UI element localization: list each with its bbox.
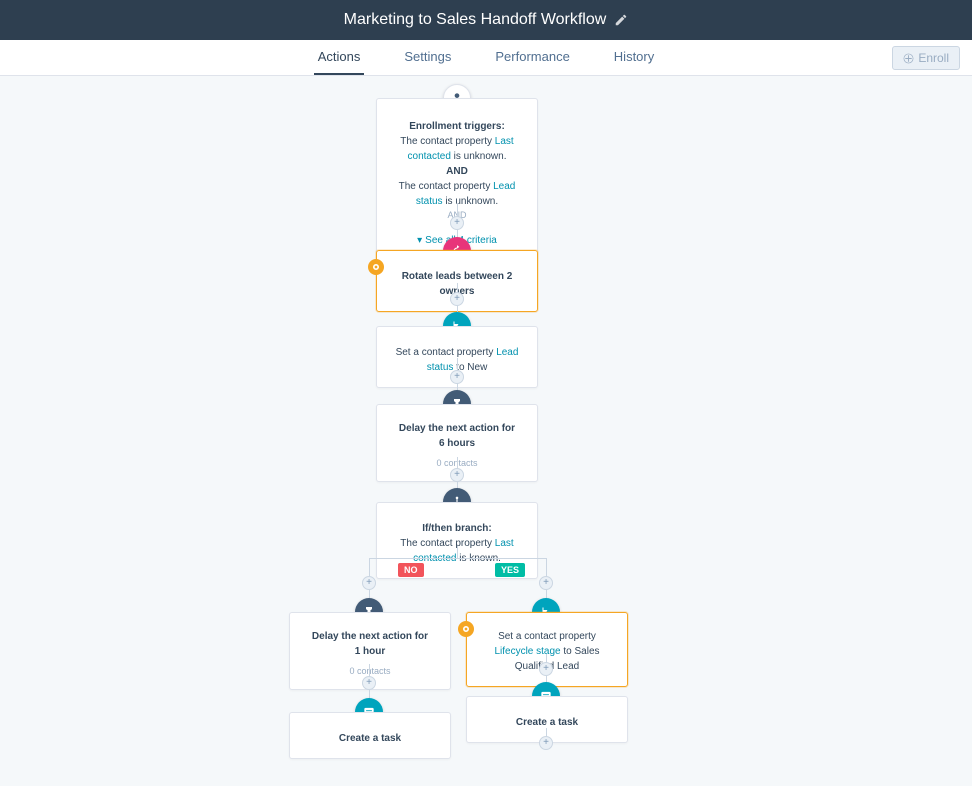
- enroll-label: Enroll: [918, 51, 949, 65]
- add-action-button[interactable]: +: [539, 662, 553, 676]
- chevron-down-icon: ▾: [417, 233, 422, 248]
- branch-yes-badge: YES: [495, 563, 525, 577]
- add-action-button[interactable]: +: [362, 676, 376, 690]
- warning-icon: [368, 259, 384, 275]
- connector: [457, 546, 458, 558]
- edit-title-icon[interactable]: [614, 13, 628, 27]
- tab-settings[interactable]: Settings: [400, 40, 455, 75]
- add-action-button[interactable]: +: [539, 576, 553, 590]
- enroll-title: Enrollment triggers:: [389, 119, 525, 134]
- add-action-button[interactable]: +: [362, 576, 376, 590]
- enroll-icon: [903, 53, 914, 64]
- add-action-button[interactable]: +: [450, 370, 464, 384]
- add-action-button[interactable]: +: [450, 216, 464, 230]
- page-title: Marketing to Sales Handoff Workflow: [344, 11, 607, 29]
- tab-actions[interactable]: Actions: [314, 40, 365, 75]
- add-action-button[interactable]: +: [450, 292, 464, 306]
- workflow-canvas[interactable]: Enrollment triggers: The contact propert…: [0, 76, 972, 786]
- add-action-button[interactable]: +: [450, 468, 464, 482]
- link-lifecycle-stage[interactable]: Lifecycle stage: [494, 646, 560, 657]
- warning-icon: [458, 621, 474, 637]
- create-task-left-card[interactable]: Create a task: [289, 712, 451, 759]
- connector: [369, 558, 547, 559]
- tabbar: Actions Settings Performance History Enr…: [0, 40, 972, 76]
- add-action-button[interactable]: +: [539, 736, 553, 750]
- branch-no-badge: NO: [398, 563, 424, 577]
- tab-performance[interactable]: Performance: [491, 40, 573, 75]
- enroll-button[interactable]: Enroll: [892, 46, 960, 70]
- tab-history[interactable]: History: [610, 40, 658, 75]
